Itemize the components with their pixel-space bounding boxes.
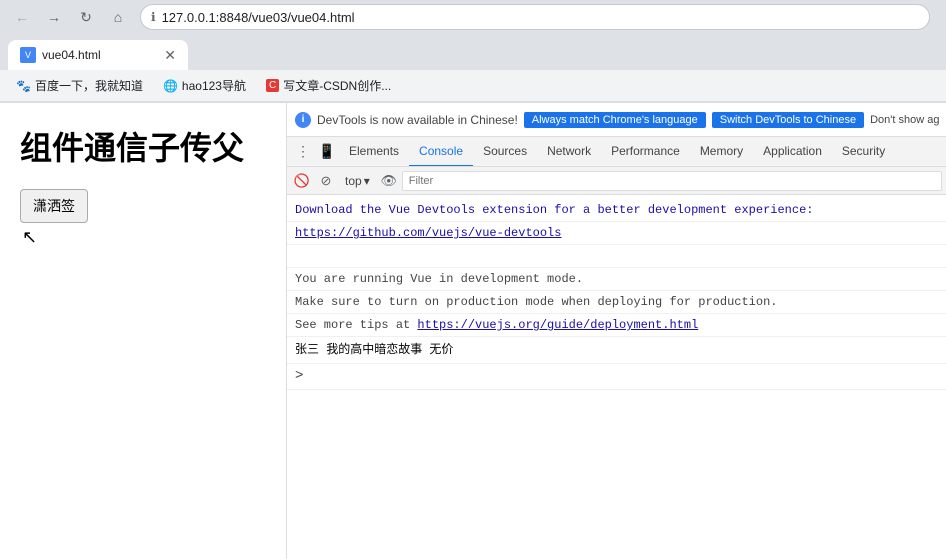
- clear-console-icon[interactable]: 🚫: [291, 170, 313, 192]
- main-area: 组件通信子传父 潇洒签 ↖ i DevTools is now availabl…: [0, 103, 946, 559]
- home-button[interactable]: ⌂: [104, 3, 132, 31]
- devtools-panel: i DevTools is now available in Chinese! …: [287, 103, 946, 559]
- address-bar[interactable]: ℹ 127.0.0.1:8848/vue03/vue04.html: [140, 4, 930, 30]
- eye-icon[interactable]: 👁: [378, 170, 400, 192]
- notification-text: DevTools is now available in Chinese!: [317, 113, 518, 127]
- mouse-cursor: ↖: [22, 227, 37, 248]
- tab-favicon: V: [20, 47, 36, 63]
- hao123-favicon: 🌐: [163, 79, 178, 93]
- tab-console[interactable]: Console: [409, 137, 473, 167]
- nav-buttons: ← → ↻ ⌂: [8, 3, 132, 31]
- console-prompt-symbol: >: [295, 368, 303, 384]
- device-icon[interactable]: 📱: [315, 140, 339, 164]
- tab-title: vue04.html: [42, 48, 158, 62]
- baidu-favicon: 🐾: [16, 79, 31, 93]
- console-toolbar: 🚫 ⊘ top ▾ 👁: [287, 167, 946, 195]
- devtools-tabs: ⋮ 📱 Elements Console Sources Network Per…: [287, 137, 946, 167]
- refresh-button[interactable]: ↻: [72, 3, 100, 31]
- console-prompt-line[interactable]: >: [287, 364, 946, 390]
- baidu-label: 百度一下，我就知道: [35, 77, 143, 94]
- console-output-line: 张三 我的高中暗恋故事 无价: [287, 337, 946, 364]
- xiao-sa-qian-button[interactable]: 潇洒签: [20, 189, 88, 223]
- console-line-tips: See more tips at https://vuejs.org/guide…: [287, 314, 946, 337]
- webpage-content: 组件通信子传父 潇洒签 ↖: [0, 103, 287, 559]
- console-line-link[interactable]: https://github.com/vuejs/vue-devtools: [287, 222, 946, 245]
- vue-devtools-link[interactable]: https://github.com/vuejs/vue-devtools: [295, 226, 561, 240]
- back-button[interactable]: ←: [8, 3, 36, 31]
- bookmark-csdn[interactable]: C 写文章-CSDN创作...: [258, 73, 399, 98]
- tab-security[interactable]: Security: [832, 137, 895, 167]
- output-text: 张三 我的高中暗恋故事 无价: [295, 343, 453, 357]
- tab-close-button[interactable]: ✕: [164, 47, 176, 64]
- console-line-dev-mode: You are running Vue in development mode.: [287, 268, 946, 291]
- browser-chrome: ← → ↻ ⌂ ℹ 127.0.0.1:8848/vue03/vue04.htm…: [0, 0, 946, 103]
- tab-sources[interactable]: Sources: [473, 137, 537, 167]
- info-icon: i: [295, 112, 311, 128]
- context-selector[interactable]: top ▾: [339, 170, 376, 192]
- switch-to-chinese-button[interactable]: Switch DevTools to Chinese: [712, 112, 864, 128]
- address-info-icon: ℹ: [151, 10, 156, 24]
- filter-icon[interactable]: ⊘: [315, 170, 337, 192]
- bookmark-baidu[interactable]: 🐾 百度一下，我就知道: [8, 73, 151, 98]
- dont-show-button[interactable]: Don't show ag: [870, 114, 939, 126]
- devtools-notification: i DevTools is now available in Chinese! …: [287, 103, 946, 137]
- tab-application[interactable]: Application: [753, 137, 832, 167]
- deployment-link[interactable]: https://vuejs.org/guide/deployment.html: [417, 318, 698, 332]
- console-line: Download the Vue Devtools extension for …: [287, 199, 946, 222]
- tab-performance[interactable]: Performance: [601, 137, 690, 167]
- console-line-blank: [287, 245, 946, 268]
- dropdown-icon: ▾: [364, 174, 370, 188]
- download-text: Download the Vue Devtools extension for …: [295, 203, 813, 217]
- tab-elements[interactable]: Elements: [339, 137, 409, 167]
- context-label: top: [345, 174, 362, 188]
- title-bar: ← → ↻ ⌂ ℹ 127.0.0.1:8848/vue03/vue04.htm…: [0, 0, 946, 34]
- filter-input[interactable]: [402, 171, 942, 191]
- console-line-production: Make sure to turn on production mode whe…: [287, 291, 946, 314]
- hao123-label: hao123导航: [182, 77, 246, 94]
- forward-button[interactable]: →: [40, 3, 68, 31]
- bookmarks-bar: 🐾 百度一下，我就知道 🌐 hao123导航 C 写文章-CSDN创作...: [0, 70, 946, 102]
- bookmark-hao123[interactable]: 🌐 hao123导航: [155, 73, 254, 98]
- csdn-label: 写文章-CSDN创作...: [283, 77, 391, 94]
- tabs-bar: V vue04.html ✕: [0, 34, 946, 70]
- browser-tab[interactable]: V vue04.html ✕: [8, 40, 188, 70]
- console-output: Download the Vue Devtools extension for …: [287, 195, 946, 559]
- button-label: 潇洒签: [33, 200, 75, 215]
- csdn-favicon: C: [266, 79, 279, 92]
- match-language-button[interactable]: Always match Chrome's language: [524, 112, 706, 128]
- inspect-icon[interactable]: ⋮: [291, 140, 315, 164]
- page-title: 组件通信子传父: [20, 123, 266, 169]
- tab-memory[interactable]: Memory: [690, 137, 753, 167]
- tab-network[interactable]: Network: [537, 137, 601, 167]
- url-text: 127.0.0.1:8848/vue03/vue04.html: [162, 10, 355, 25]
